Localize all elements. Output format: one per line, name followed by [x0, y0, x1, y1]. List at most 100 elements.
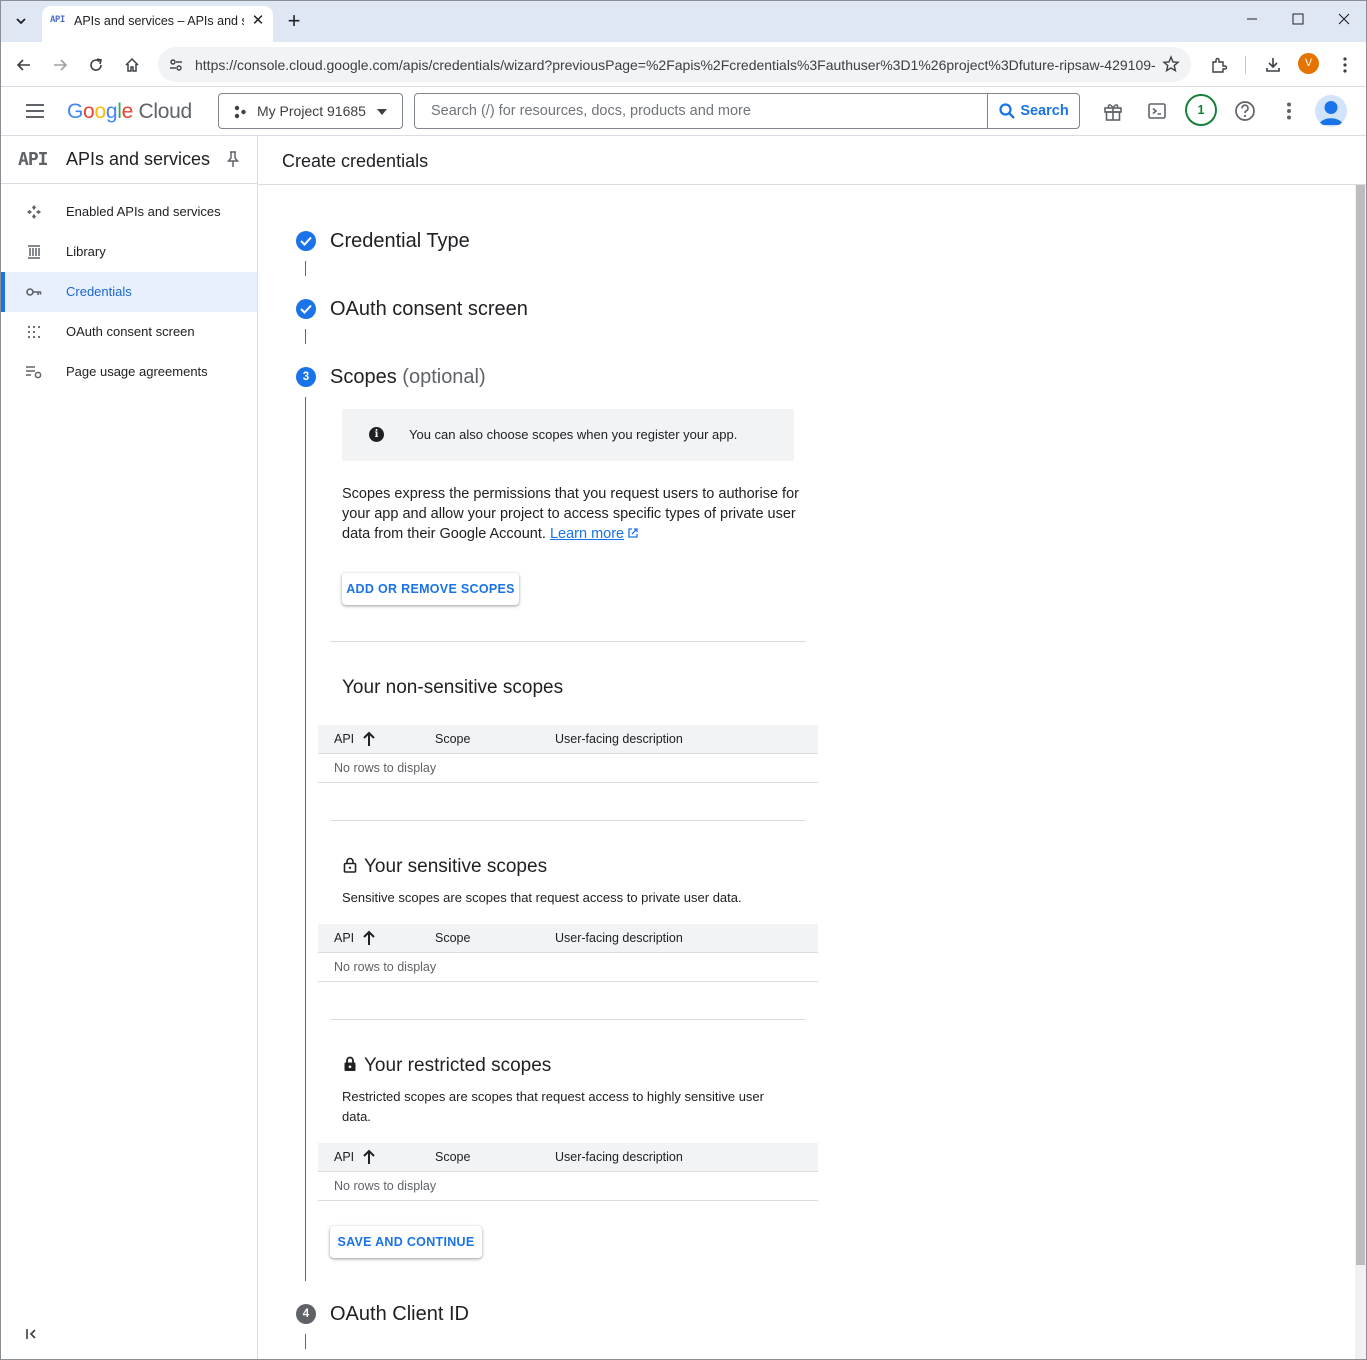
maximize-icon[interactable] [1275, 7, 1321, 35]
pin-icon[interactable] [225, 150, 243, 168]
google-cloud-logo[interactable]: Google Cloud [67, 100, 192, 124]
search-button[interactable]: Search [987, 94, 1079, 128]
column-scope: Scope [435, 1150, 471, 1164]
sidebar-item-label: Enabled APIs and services [66, 204, 221, 219]
sidebar-item-label: Credentials [66, 284, 132, 299]
minimize-icon[interactable] [1229, 7, 1275, 35]
project-selector[interactable]: My Project 91685 [218, 93, 403, 129]
column-api[interactable]: API [334, 1150, 354, 1164]
forward-icon[interactable] [47, 52, 73, 78]
step-done-check-icon [296, 231, 316, 251]
table-row: No rows to display [318, 953, 818, 982]
step-connector [305, 397, 306, 1281]
help-icon[interactable] [1232, 98, 1258, 124]
browser-window: API APIs and services – APIs and service… [0, 0, 1367, 1360]
add-remove-scopes-button[interactable]: ADD OR REMOVE SCOPES [342, 573, 519, 605]
logo-google-word: Google [67, 100, 133, 123]
library-icon [25, 243, 43, 261]
tab-favicon: API [50, 15, 65, 25]
sort-ascending-icon[interactable] [362, 731, 376, 747]
key-icon [25, 283, 43, 301]
address-bar[interactable]: https://console.cloud.google.com/apis/cr… [158, 47, 1191, 82]
sort-ascending-icon[interactable] [362, 1149, 376, 1165]
browser-tab[interactable]: API APIs and services – APIs and service… [42, 6, 273, 42]
table-row: No rows to display [318, 754, 818, 783]
restricted-scopes-title-text: Your restricted scopes [364, 1055, 552, 1076]
new-tab-icon[interactable]: + [283, 10, 305, 32]
sidebar-item-page-usage[interactable]: Page usage agreements [1, 352, 257, 392]
non-sensitive-scopes-table: API Scope User-facing description No row… [318, 725, 818, 783]
sidebar-item-label: Page usage agreements [66, 364, 208, 379]
back-icon[interactable] [11, 52, 37, 78]
search-icon [999, 103, 1016, 119]
scopes-description: Scopes express the permissions that you … [342, 484, 802, 544]
step-done-check-icon [296, 299, 316, 319]
info-icon: i [369, 427, 384, 442]
api-icon: API [18, 149, 48, 170]
home-icon[interactable] [119, 52, 145, 78]
browser-toolbar: https://console.cloud.google.com/apis/cr… [1, 42, 1366, 87]
site-info-icon[interactable] [166, 55, 186, 75]
scrollbar[interactable] [1355, 185, 1366, 1359]
step-number-4: 4 [296, 1304, 316, 1324]
sort-ascending-icon[interactable] [362, 930, 376, 946]
step-oauth-client-id[interactable]: OAuth Client ID [330, 1303, 469, 1326]
hamburger-menu-icon[interactable] [23, 99, 47, 123]
reload-icon[interactable] [83, 52, 109, 78]
empty-table-text: No rows to display [334, 960, 437, 974]
tab-search-icon[interactable] [9, 8, 33, 34]
sidebar-item-library[interactable]: Library [1, 232, 257, 272]
sidebar-item-label: OAuth consent screen [66, 324, 195, 339]
browser-menu-icon[interactable] [1332, 52, 1358, 78]
project-name: My Project 91685 [257, 103, 366, 119]
account-avatar[interactable] [1315, 95, 1347, 127]
step-scopes-title: Scopes [330, 366, 397, 388]
step-credential-type[interactable]: Credential Type [330, 230, 470, 253]
step-optional-label: (optional) [402, 366, 486, 388]
caret-down-icon [374, 104, 390, 120]
scrollbar-thumb[interactable] [1356, 185, 1365, 1265]
step-connector [305, 1334, 306, 1349]
gift-icon[interactable] [1100, 98, 1126, 124]
learn-more-link[interactable]: Learn more [550, 526, 624, 542]
project-icon [231, 103, 249, 121]
main-content: Create credentials Credential Type OAuth… [258, 136, 1366, 1359]
lock-icon [344, 1056, 356, 1071]
notification-badge[interactable]: 1 [1185, 94, 1217, 126]
column-scope: Scope [435, 732, 471, 746]
tab-close-icon[interactable]: ✕ [249, 12, 267, 30]
column-api[interactable]: API [334, 732, 354, 746]
info-banner: i You can also choose scopes when you re… [342, 409, 794, 461]
extensions-icon[interactable] [1206, 52, 1232, 78]
section-divider [330, 641, 806, 642]
search-bar[interactable]: Search (/) for resources, docs, products… [414, 93, 1080, 129]
restricted-scopes-table: API Scope User-facing description No row… [318, 1143, 818, 1201]
cloud-shell-icon[interactable] [1144, 98, 1170, 124]
more-options-icon[interactable] [1276, 98, 1302, 124]
restricted-scopes-description: Restricted scopes are scopes that reques… [342, 1089, 764, 1124]
step-oauth-consent[interactable]: OAuth consent screen [330, 298, 528, 321]
search-button-label: Search [1020, 103, 1069, 119]
consent-icon [25, 323, 43, 341]
bookmark-star-icon[interactable] [1161, 54, 1181, 74]
sidebar-item-enabled-apis[interactable]: Enabled APIs and services [1, 192, 257, 232]
collapse-sidebar-icon[interactable] [25, 1327, 43, 1345]
column-api[interactable]: API [334, 931, 354, 945]
sidebar-header: API APIs and services [1, 136, 257, 184]
step-connector [305, 329, 306, 344]
sidebar: API APIs and services Enabled APIs and s… [1, 136, 258, 1359]
toolbar-divider [1245, 56, 1246, 74]
save-and-continue-button[interactable]: SAVE AND CONTINUE [330, 1226, 482, 1258]
step-scopes: Scopes (optional) [330, 366, 486, 389]
sidebar-item-credentials[interactable]: Credentials [1, 272, 257, 312]
sidebar-item-oauth-consent[interactable]: OAuth consent screen [1, 312, 257, 352]
search-input[interactable]: Search (/) for resources, docs, products… [431, 103, 751, 119]
download-icon[interactable] [1260, 52, 1286, 78]
profile-avatar[interactable]: V [1298, 53, 1319, 74]
sidebar-title: APIs and services [66, 149, 211, 169]
sensitive-scopes-title-text: Your sensitive scopes [364, 856, 548, 877]
table-header: API Scope User-facing description [318, 1143, 818, 1172]
info-text: You can also choose scopes when you regi… [409, 427, 738, 442]
close-window-icon[interactable] [1321, 7, 1366, 35]
empty-table-text: No rows to display [334, 1179, 437, 1193]
